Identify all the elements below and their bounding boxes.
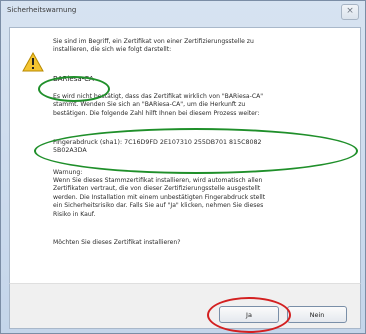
verification-text: Es wird nicht bestätigt, dass das Zertif… bbox=[53, 93, 264, 117]
message-panel: Sie sind im Begriff, ein Zertifikat von … bbox=[9, 27, 361, 285]
warning-icon bbox=[22, 52, 44, 72]
yes-button[interactable]: Ja bbox=[219, 306, 279, 323]
no-button[interactable]: Nein bbox=[287, 306, 347, 323]
button-bar: Ja Nein bbox=[9, 283, 361, 329]
security-warning-dialog: Sicherheitswarnung × Sie sind im Begriff… bbox=[0, 0, 366, 334]
intro-text: Sie sind im Begriff, ein Zertifikat von … bbox=[53, 38, 254, 54]
ca-name: BARiesa-CA bbox=[53, 75, 94, 83]
warning-body: Wenn Sie dieses Stammzertifikat installi… bbox=[53, 177, 266, 218]
fingerprint-text: Fingerabdruck (sha1): 7C16D9FD 2E107310 … bbox=[53, 139, 262, 155]
title-bar[interactable]: Sicherheitswarnung × bbox=[1, 1, 365, 23]
close-icon[interactable]: × bbox=[341, 4, 359, 20]
window-title: Sicherheitswarnung bbox=[7, 6, 77, 14]
install-question: Möchten Sie dieses Zertifikat installier… bbox=[53, 239, 181, 246]
